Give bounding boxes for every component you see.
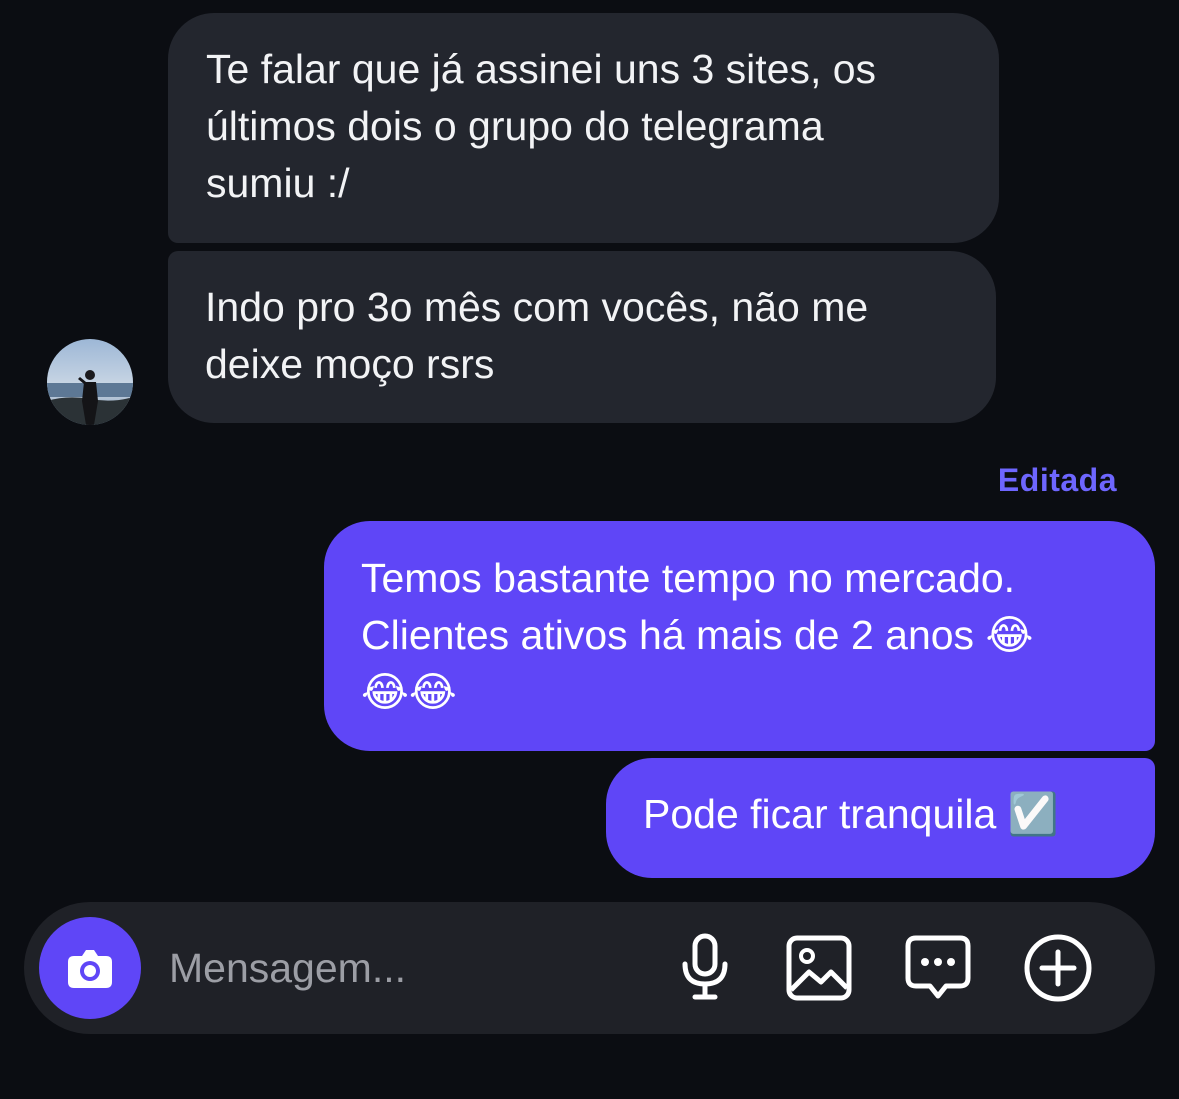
sticker-button[interactable] [902,932,974,1004]
message-input[interactable] [169,936,639,1000]
outgoing-message-bubble[interactable]: Pode ficar tranquila ☑️ [606,758,1155,878]
incoming-message-bubble[interactable]: Te falar que já assinei uns 3 sites, os … [168,13,999,243]
plus-circle-icon [1024,934,1092,1002]
outgoing-message-bubble[interactable]: Temos bastante tempo no mercado. Cliente… [324,521,1155,751]
message-composer [24,902,1155,1034]
microphone-button[interactable] [669,932,741,1004]
edited-label: Editada [997,462,1117,498]
gallery-button[interactable] [783,932,855,1004]
camera-icon [68,950,112,988]
contact-avatar[interactable] [47,339,133,425]
contact-avatar-photo [47,339,133,425]
sticker-chat-icon [905,935,971,999]
camera-button[interactable] [39,917,141,1019]
add-attachment-button[interactable] [1022,932,1094,1004]
microphone-icon [682,933,728,1000]
image-icon [786,935,852,1001]
incoming-message-bubble[interactable]: Indo pro 3o mês com vocês, não me deixe … [168,251,996,423]
